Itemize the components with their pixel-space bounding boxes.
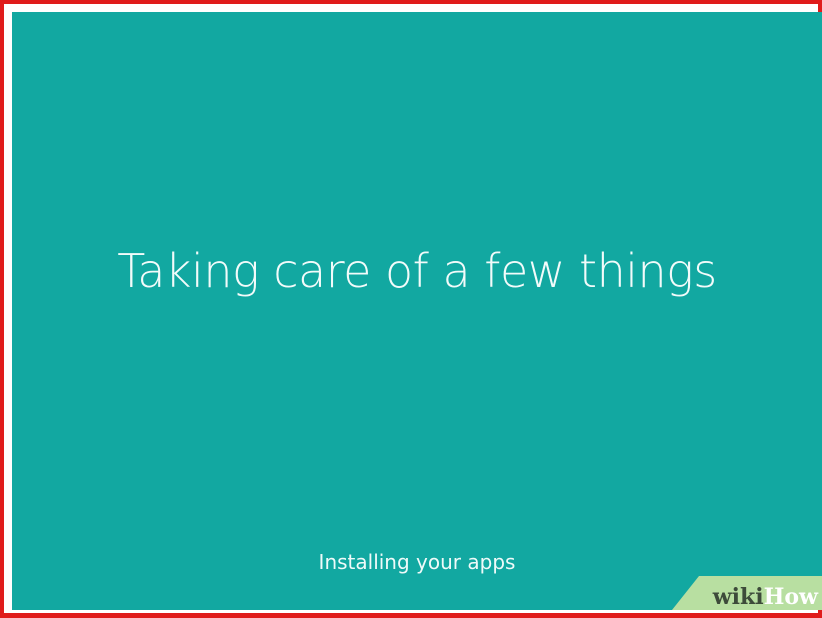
page-title: Taking care of a few things bbox=[117, 244, 717, 298]
watermark-part1: wiki bbox=[712, 584, 764, 610]
wikihow-watermark-logo: wikiHow bbox=[713, 586, 818, 608]
watermark-part2: How bbox=[763, 584, 818, 610]
setup-screen: Taking care of a few things Installing y… bbox=[12, 12, 822, 610]
status-text: Installing your apps bbox=[318, 550, 516, 574]
